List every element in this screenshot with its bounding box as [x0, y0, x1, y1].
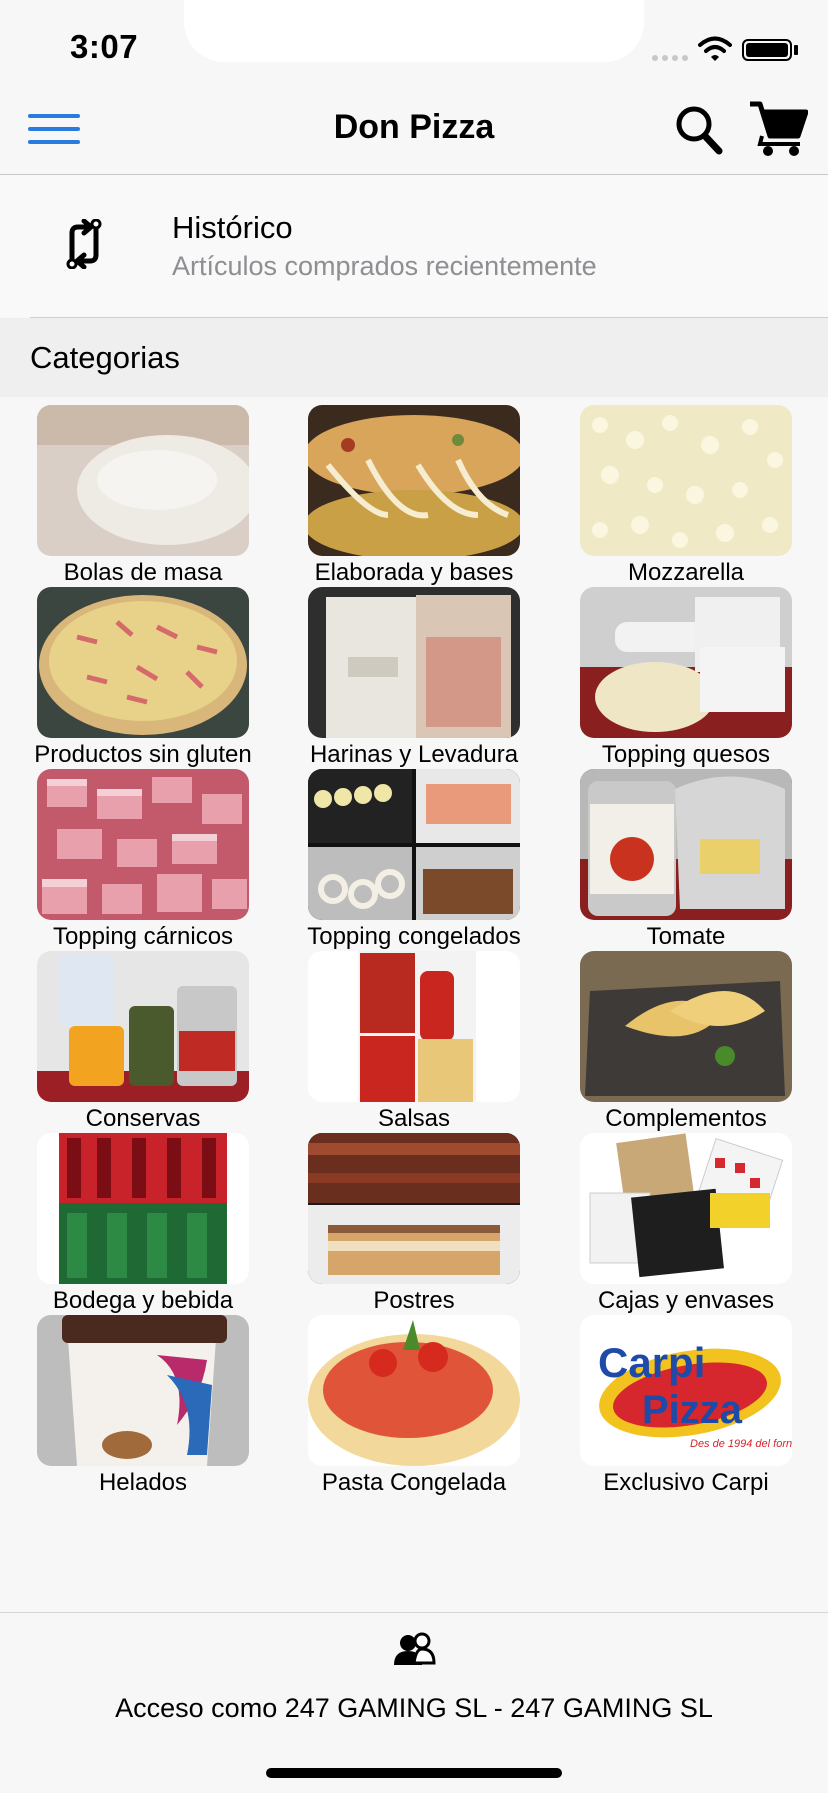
cart-icon[interactable]: [748, 100, 808, 158]
category-image: [308, 769, 520, 920]
status-bar: 3:07: [0, 0, 828, 100]
category-label: Complementos: [605, 1105, 767, 1132]
cellular-signal-icon: [652, 55, 688, 61]
device-notch: [184, 0, 644, 62]
categories-header-label: Categorias: [30, 340, 180, 375]
category-label: Productos sin gluten: [34, 741, 252, 768]
categories-grid: Bolas de masa Elaborada y bases Mozzarel…: [0, 400, 828, 1612]
category-image: [37, 1133, 249, 1284]
search-icon[interactable]: [674, 104, 724, 156]
carpi-logo-tagline: Des de 1994 del forn a la teva taula: [690, 1438, 792, 1450]
hamburger-menu-button[interactable]: [28, 114, 80, 148]
category-label: Bodega y bebida: [52, 1287, 234, 1314]
category-image: [308, 1315, 520, 1466]
category-image: [37, 587, 249, 738]
history-row[interactable]: Histórico Artículos comprados recienteme…: [0, 175, 828, 317]
category-image: [308, 587, 520, 738]
category-image: Carpi Pizza Des de 1994 del forn a la te…: [580, 1315, 792, 1466]
category-label: Helados: [98, 1469, 188, 1496]
category-label: Topping quesos: [601, 741, 771, 768]
wifi-icon: [698, 36, 732, 61]
categories-section-header: Categorias: [0, 318, 828, 397]
category-label: Postres: [373, 1287, 455, 1314]
footer: Acceso como 247 GAMING SL - 247 GAMING S…: [0, 1612, 828, 1793]
category-label: Bolas de masa: [63, 559, 223, 586]
category-image: [308, 1133, 520, 1284]
category-image: [308, 405, 520, 556]
category-label: Topping cárnicos: [52, 923, 234, 950]
category-image: [308, 951, 520, 1102]
category-image: [37, 951, 249, 1102]
category-label: Cajas y envases: [597, 1287, 775, 1314]
category-label: Tomate: [646, 923, 726, 950]
history-subtitle: Artículos comprados recientemente: [172, 251, 597, 281]
category-image: [580, 769, 792, 920]
category-image: [37, 769, 249, 920]
category-image: [580, 951, 792, 1102]
home-indicator[interactable]: [266, 1768, 562, 1778]
category-label: Topping congelados: [307, 923, 521, 950]
battery-tip: [794, 45, 798, 55]
category-label: Harinas y Levadura: [309, 741, 519, 768]
category-image: [580, 587, 792, 738]
carpi-logo-word-1: Carpi: [598, 1339, 705, 1386]
category-label: Elaborada y bases: [314, 559, 514, 586]
access-info-text: Acceso como 247 GAMING SL - 247 GAMING S…: [115, 1693, 713, 1723]
category-image: [37, 405, 249, 556]
category-image: [580, 1133, 792, 1284]
category-label: Mozzarella: [627, 559, 745, 586]
category-image: [580, 405, 792, 556]
navigation-bar: Don Pizza: [0, 90, 828, 175]
history-swap-icon: [66, 219, 102, 269]
category-label: Pasta Congelada: [321, 1469, 507, 1496]
status-time: 3:07: [70, 28, 139, 65]
category-label: Conservas: [85, 1105, 201, 1132]
page-title: Don Pizza: [333, 108, 495, 146]
battery-icon: [742, 39, 792, 61]
category-label: Salsas: [377, 1105, 451, 1132]
carpi-logo-word-2: Pizza: [642, 1388, 743, 1432]
history-title: Histórico: [172, 210, 293, 245]
category-label: Exclusivo Carpi: [603, 1469, 769, 1496]
category-image: [37, 1315, 249, 1466]
users-icon: [394, 1632, 436, 1665]
